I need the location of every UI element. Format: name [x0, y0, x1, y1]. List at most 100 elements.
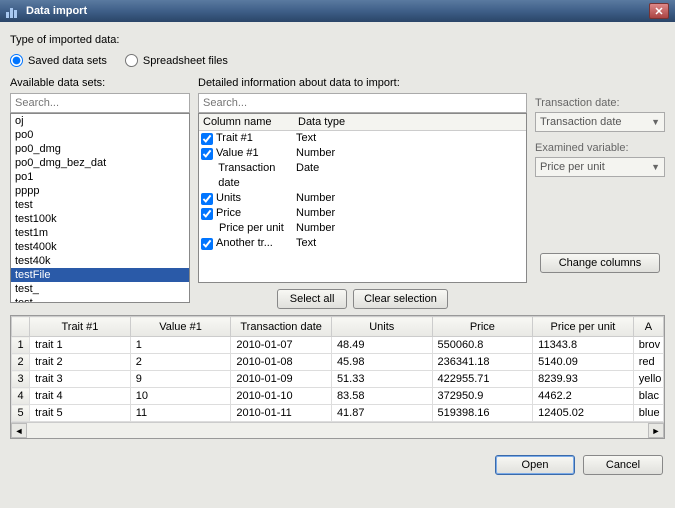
table-header-cell[interactable]: A — [633, 317, 663, 337]
clear-selection-button[interactable]: Clear selection — [353, 289, 448, 309]
list-item[interactable]: po1 — [11, 170, 189, 184]
table-cell: 2 — [130, 354, 231, 371]
table-header-cell[interactable]: Price — [432, 317, 533, 337]
search-datasets-input[interactable] — [10, 93, 190, 113]
table-cell: 4462.2 — [533, 388, 634, 405]
radio-spreadsheet[interactable]: Spreadsheet files — [125, 54, 228, 67]
search-columns-input[interactable] — [198, 93, 527, 113]
scroll-left-icon[interactable]: ◄ — [11, 423, 27, 438]
list-item[interactable]: po0 — [11, 128, 189, 142]
column-checkbox[interactable] — [201, 148, 213, 160]
radio-group: Saved data sets Spreadsheet files — [10, 54, 665, 67]
open-button[interactable]: Open — [495, 455, 575, 475]
table-cell: 8239.93 — [533, 371, 634, 388]
cancel-button[interactable]: Cancel — [583, 455, 663, 475]
table-header-cell[interactable]: Trait #1 — [30, 317, 131, 337]
radio-saved[interactable]: Saved data sets — [10, 54, 107, 67]
list-item[interactable]: test__ — [11, 296, 189, 303]
radio-spreadsheet-input[interactable] — [125, 54, 138, 67]
radio-saved-input[interactable] — [10, 54, 23, 67]
table-cell: 12405.02 — [533, 405, 634, 422]
table-row[interactable]: 2trait 222010-01-0845.98236341.185140.09… — [12, 354, 664, 371]
list-item[interactable]: test1m — [11, 226, 189, 240]
column-row: Trait #1Text — [199, 131, 526, 146]
chevron-down-icon: ▼ — [651, 162, 660, 172]
list-item[interactable]: po0_dmg — [11, 142, 189, 156]
row-number: 4 — [12, 388, 30, 405]
column-checkbox[interactable] — [201, 193, 213, 205]
transdate-combo[interactable]: Transaction date ▼ — [535, 112, 665, 132]
list-item[interactable]: test100k — [11, 212, 189, 226]
col-header-name: Column name — [199, 114, 294, 130]
table-cell: 2010-01-09 — [231, 371, 332, 388]
table-row[interactable]: 1trait 112010-01-0748.49550060.811343.8b… — [12, 337, 664, 354]
dataset-listbox[interactable]: ojpo0po0_dmgpo0_dmg_bez_datpo1pppptestte… — [10, 113, 190, 303]
scroll-right-icon[interactable]: ► — [648, 423, 664, 438]
column-type: Date — [296, 161, 524, 191]
table-header-cell[interactable]: Units — [331, 317, 432, 337]
table-cell: 10 — [130, 388, 231, 405]
examined-combo[interactable]: Price per unit ▼ — [535, 157, 665, 177]
table-cell: 519398.16 — [432, 405, 533, 422]
chevron-down-icon: ▼ — [651, 117, 660, 127]
change-columns-button[interactable]: Change columns — [540, 253, 660, 273]
window-title: Data import — [26, 5, 87, 17]
table-cell: 48.49 — [331, 337, 432, 354]
column-name: Units — [216, 191, 241, 206]
column-checkbox[interactable] — [201, 208, 213, 220]
row-number: 5 — [12, 405, 30, 422]
footer: Open Cancel — [0, 447, 675, 483]
col-header-type: Data type — [294, 114, 526, 130]
table-cell: 372950.9 — [432, 388, 533, 405]
column-type: Number — [296, 206, 524, 221]
examined-label: Examined variable: — [535, 142, 665, 154]
transdate-label: Transaction date: — [535, 97, 665, 109]
list-item[interactable]: test_ — [11, 282, 189, 296]
column-name: Transaction date — [218, 161, 296, 191]
table-cell: 2010-01-08 — [231, 354, 332, 371]
table-cell: 9 — [130, 371, 231, 388]
column-row: Transaction dateDate — [199, 161, 526, 191]
close-button[interactable] — [649, 3, 669, 19]
list-item[interactable]: oj — [11, 114, 189, 128]
columns-box: Column name Data type Trait #1TextValue … — [198, 113, 527, 283]
table-cell: trait 4 — [30, 388, 131, 405]
column-type: Text — [296, 131, 524, 146]
table-cell: 1 — [130, 337, 231, 354]
table-header-cell[interactable] — [12, 317, 30, 337]
table-row[interactable]: 4trait 4102010-01-1083.58372950.94462.2b… — [12, 388, 664, 405]
table-cell: trait 2 — [30, 354, 131, 371]
preview-hscrollbar[interactable]: ◄ ► — [11, 422, 664, 438]
list-item[interactable]: pppp — [11, 184, 189, 198]
table-cell: 422955.71 — [432, 371, 533, 388]
table-row[interactable]: 3trait 392010-01-0951.33422955.718239.93… — [12, 371, 664, 388]
table-cell: 11343.8 — [533, 337, 634, 354]
table-cell: 45.98 — [331, 354, 432, 371]
column-checkbox[interactable] — [201, 238, 213, 250]
list-item[interactable]: po0_dmg_bez_dat — [11, 156, 189, 170]
column-type: Number — [296, 221, 524, 236]
table-header-cell[interactable]: Transaction date — [231, 317, 332, 337]
row-number: 1 — [12, 337, 30, 354]
list-item[interactable]: test — [11, 198, 189, 212]
radio-spreadsheet-label: Spreadsheet files — [143, 55, 228, 67]
table-header-cell[interactable]: Value #1 — [130, 317, 231, 337]
column-row: Price per unitNumber — [199, 221, 526, 236]
column-row: Another tr...Text — [199, 236, 526, 251]
list-item[interactable]: testFile — [11, 268, 189, 282]
table-cell: 550060.8 — [432, 337, 533, 354]
table-cell: 2010-01-11 — [231, 405, 332, 422]
detail-label: Detailed information about data to impor… — [198, 77, 527, 89]
column-checkbox[interactable] — [201, 133, 213, 145]
preview-table[interactable]: Trait #1Value #1Transaction dateUnitsPri… — [11, 316, 664, 422]
list-item[interactable]: test40k — [11, 254, 189, 268]
app-icon — [6, 4, 20, 18]
list-item[interactable]: test400k — [11, 240, 189, 254]
available-label: Available data sets: — [10, 77, 190, 89]
table-cell: blac — [633, 388, 663, 405]
table-row[interactable]: 5trait 5112010-01-1141.87519398.1612405.… — [12, 405, 664, 422]
table-header-cell[interactable]: Price per unit — [533, 317, 634, 337]
select-all-button[interactable]: Select all — [277, 289, 347, 309]
table-cell: 51.33 — [331, 371, 432, 388]
column-row: PriceNumber — [199, 206, 526, 221]
